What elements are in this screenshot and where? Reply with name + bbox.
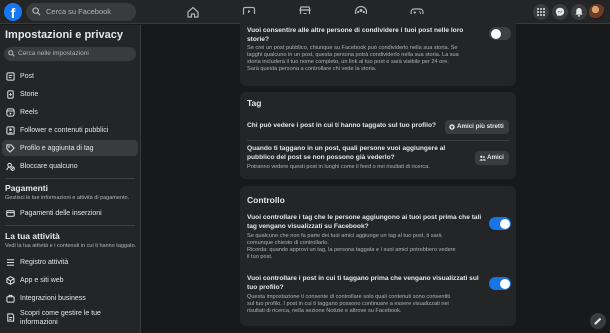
facebook-logo[interactable]: f [4,3,22,21]
compose-icon [594,317,602,325]
sidebar-item-label: App e siti web [20,277,64,284]
avatar[interactable] [589,4,605,20]
sidebar-item-label: Bloccare qualcuno [20,163,78,170]
share-description: Se crei un post pubblico, chiunque su Fa… [247,45,459,72]
block-icon [6,162,15,171]
stories-icon [7,90,14,99]
messenger-icon [555,7,565,17]
settings-search-placeholder: Cerca nelle impostazioni [18,50,89,57]
share-settings-card: Vuoi consentire alle altre persone di co… [240,14,516,86]
home-icon[interactable] [186,5,200,19]
sidebar-item-label: Follower e contenuti pubblici [20,127,109,134]
share-to-story-toggle[interactable] [489,27,511,40]
sidebar-item-storie[interactable]: Storie [2,86,138,102]
notifications-icon [575,8,583,17]
sidebar-item-label: Scopri come gestire le tue informazioni [20,310,101,326]
sidebar-item-label: Post [20,73,35,80]
search-icon [8,50,15,57]
sidebar-item-block[interactable]: Bloccare qualcuno [2,158,138,174]
facebook-search-input[interactable]: Cerca su Facebook [26,3,136,21]
activity-section-title: La tua attività [5,231,60,241]
profile-tag-icon [6,144,15,153]
sidebar-item-activity-log[interactable]: Registro attività [2,254,138,270]
reels-icon [6,108,15,117]
card-divider [247,140,509,141]
activity-log-icon [6,259,15,266]
sidebar-divider [5,225,135,226]
info-icon [7,313,15,322]
search-icon [32,7,41,16]
tag-audience-description: Potranno vedere questi post in luoghi co… [247,164,430,170]
search-placeholder: Cerca su Facebook [46,7,112,16]
sidebar-title: Impostazioni e privacy [5,29,123,41]
sidebar-item-manage-info[interactable]: Scopri come gestire le tue informazioni [2,308,138,328]
sidebar-item-label: Pagamenti delle inserzioni [20,210,102,217]
control-settings-card: Controllo Vuoi controllare i tag che le … [240,186,516,326]
payments-section-subtitle: Gestisci le tue informazioni e attività … [5,195,130,201]
control-posts-description: Questa impostazione ti consente di contr… [247,294,451,314]
payments-section-title: Pagamenti [5,183,48,193]
control-card-title: Controllo [247,195,285,205]
sidebar-item-apps[interactable]: App e siti web [2,272,138,288]
sidebar-item-post[interactable]: Post [2,68,138,84]
sidebar-item-profile-tag[interactable]: Profilo e aggiunta di tag [2,140,138,156]
toggle-knob [490,28,501,39]
menu-grid-button[interactable] [533,4,549,20]
sidebar-item-label: Reels [20,109,38,116]
sidebar-item-label: Storie [20,91,39,98]
control-tags-description: Se qualcuno che non fa parte dei tuoi am… [247,233,456,260]
settings-sidebar: Impostazioni e privacy Cerca nelle impos… [0,25,141,333]
friends-icon [479,155,486,161]
control-question-tags: Vuoi controllare i tag che le persone ag… [247,214,482,230]
sidebar-divider [5,178,135,179]
toggle-knob [499,278,510,289]
followers-icon [6,126,15,135]
card-icon [6,210,15,217]
apps-icon [6,276,15,285]
sidebar-item-business[interactable]: Integrazioni business [2,290,138,306]
control-question-posts: Vuoi controllare i post in cui ti taggan… [247,275,479,291]
tag-visibility-button[interactable]: Amici più stretti [445,120,509,134]
toggle-knob [499,218,510,229]
business-icon [6,294,15,303]
sidebar-item-follower[interactable]: Follower e contenuti pubblici [2,122,138,138]
share-question: Vuoi consentire alle altre persone di co… [247,27,464,43]
new-message-button[interactable] [590,313,606,329]
menu-grid-icon [537,8,545,16]
review-tagged-posts-toggle[interactable] [489,277,511,290]
activity-section-subtitle: Vedi la tua attività e i contenuti in cu… [5,243,137,249]
sidebar-item-reels[interactable]: Reels [2,104,138,120]
notifications-button[interactable] [571,4,587,20]
sidebar-item-label: Integrazioni business [20,295,86,302]
sidebar-item-ad-payments[interactable]: Pagamenti delle inserzioni [2,205,138,221]
tag-card-title: Tag [247,98,262,108]
post-icon [6,72,15,81]
review-tags-toggle[interactable] [489,217,511,230]
messenger-button[interactable] [552,4,568,20]
sidebar-item-label: Registro attività [20,259,69,266]
tag-settings-card: Tag Chi può vedere i post in cui ti hann… [240,92,516,179]
settings-search-input[interactable]: Cerca nelle impostazioni [4,47,136,61]
sidebar-item-label: Profilo e aggiunta di tag [20,145,94,152]
tag-question-audience: Quando ti taggano in un post, quali pers… [247,145,446,161]
tag-audience-button[interactable]: Amici [475,151,509,165]
tag-question-visibility: Chi può vedere i post in cui ti hanno ta… [247,122,437,129]
close-friends-icon [449,124,455,130]
